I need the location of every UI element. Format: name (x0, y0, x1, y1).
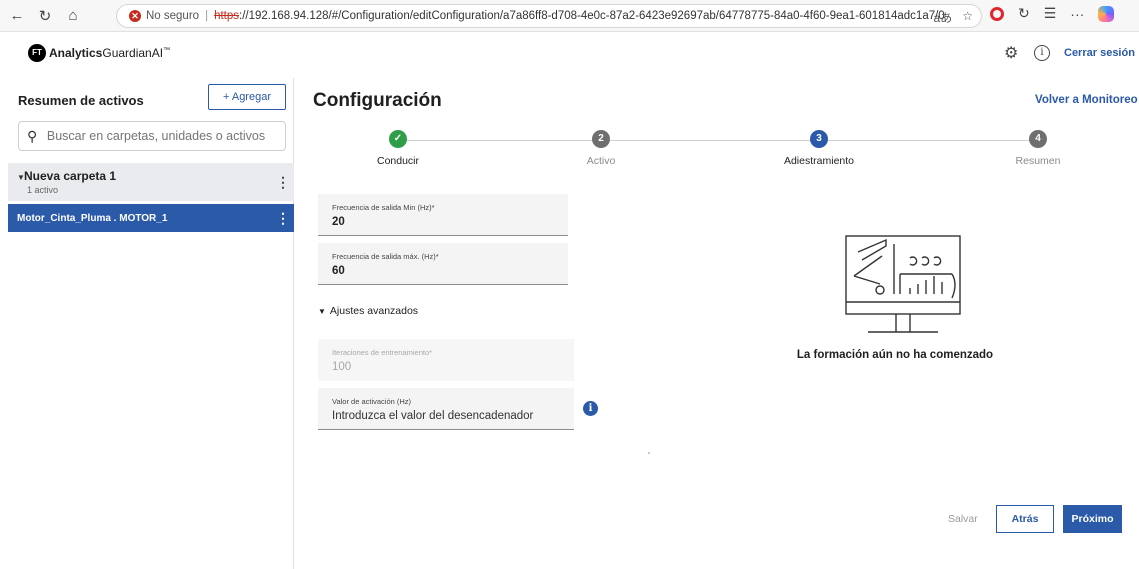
caret-down-icon: ▼ (318, 307, 326, 316)
info-icon[interactable]: i (1034, 45, 1050, 61)
url-text: ://192.168.94.128/#/Configuration/editCo… (239, 10, 945, 22)
home-icon[interactable]: ⌂ (62, 5, 84, 27)
min-frequency-field[interactable]: Frecuencia de salida Min (Hz)* 20 (318, 194, 568, 236)
step-label: Conducir (376, 155, 420, 167)
settings-gear-icon[interactable]: ⚙ (1004, 43, 1018, 63)
more-menu-icon[interactable]: ··· (1070, 6, 1084, 22)
opera-extension-icon[interactable] (990, 6, 1004, 21)
field-label: Iteraciones de entrenamiento* (332, 348, 433, 357)
training-status-text: La formación aún no ha comenzado (796, 349, 994, 361)
field-label: Frecuencia de salida Min (Hz)* (332, 203, 435, 212)
folder-asset-count: 1 activo (27, 185, 59, 195)
asset-name: Motor_Cinta_Pluma . MOTOR_1 (17, 213, 168, 224)
max-frequency-field[interactable]: Frecuencia de salida máx. (Hz)* 60 (318, 243, 568, 285)
logo-bold-text: Analytics (49, 46, 103, 60)
logout-link[interactable]: Cerrar sesión (1064, 47, 1135, 59)
field-value: 100 (332, 361, 352, 373)
extension-refresh-icon[interactable]: ↻ (1018, 5, 1030, 22)
step-complete-check-icon: ✓ (389, 130, 407, 148)
step-number: 4 (1029, 130, 1047, 148)
trigger-input-placeholder[interactable]: Introduzca el valor del desencadenador (332, 410, 533, 422)
not-secure-label[interactable]: No seguro (146, 10, 199, 22)
step-label: Activo (586, 155, 616, 167)
search-icon: ⚲ (27, 127, 38, 144)
training-iterations-field: Iteraciones de entrenamiento* 100 (318, 339, 574, 381)
folder-name: Nueva carpeta 1 (24, 169, 117, 183)
field-label: Frecuencia de salida máx. (Hz)* (332, 252, 439, 261)
loading-dot (648, 452, 650, 454)
back-button[interactable]: Atrás (996, 505, 1054, 533)
app-logo: AnalyticsGuardianAI™ (49, 46, 170, 60)
folder-item[interactable]: ▼ Nueva carpeta 1 1 activo ⋮ (8, 163, 294, 201)
asset-item-selected[interactable]: Motor_Cinta_Pluma . MOTOR_1 ⋮ (8, 204, 294, 232)
browser-toolbar: ← ↻ ⌂ ✕ No seguro | https://192.168.94.1… (0, 0, 1139, 32)
collections-icon[interactable]: ☰ (1044, 5, 1057, 22)
step-activo[interactable]: 2 Activo (531, 130, 671, 167)
save-button[interactable]: Salvar (948, 513, 978, 525)
training-monitor-illustration (840, 232, 970, 349)
monitor-robot-arm-icon (845, 235, 961, 333)
asset-sidebar: Resumen de activos + Agregar ⚲ ▼ Nueva c… (8, 78, 294, 569)
not-secure-icon[interactable]: ✕ (129, 10, 141, 22)
logo-trademark: ™ (163, 47, 171, 54)
copilot-icon[interactable] (1098, 5, 1115, 22)
url-scheme: https (214, 10, 239, 22)
step-adiestramiento[interactable]: 3 Adiestramiento (749, 130, 889, 167)
add-button[interactable]: + Agregar (208, 84, 286, 110)
logo-suffix-text: GuardianAI (102, 46, 164, 60)
trigger-value-field[interactable]: Valor de activación (Hz) Introduzca el v… (318, 388, 574, 430)
page-title: Configuración (313, 90, 442, 111)
stepper-track (398, 140, 1038, 141)
sidebar-title: Resumen de activos (18, 93, 144, 108)
reload-icon[interactable]: ↻ (34, 5, 56, 27)
advanced-settings-toggle[interactable]: ▼ Ajustes avanzados (318, 305, 418, 317)
asset-search[interactable]: ⚲ (18, 121, 286, 151)
step-resumen[interactable]: 4 Resumen (968, 130, 1108, 167)
back-arrow-icon[interactable]: ← (6, 5, 28, 27)
address-separator: | (205, 10, 209, 22)
field-value[interactable]: 60 (332, 265, 345, 277)
logo-badge: FT (28, 44, 46, 62)
favorite-star-icon[interactable]: ☆ (962, 9, 973, 26)
step-conducir[interactable]: ✓ Conducir (328, 130, 468, 167)
next-button[interactable]: Próximo (1063, 505, 1122, 533)
back-to-monitoring-link[interactable]: Volver a Monitoreo (1035, 94, 1138, 106)
search-input[interactable] (46, 129, 285, 143)
address-bar[interactable]: ✕ No seguro | https://192.168.94.128/#/C… (116, 4, 982, 28)
step-label: Adiestramiento (783, 155, 855, 167)
app-header: FT AnalyticsGuardianAI™ ⚙ i Cerrar sesió… (0, 33, 1139, 77)
info-icon[interactable]: i (583, 401, 598, 416)
field-value[interactable]: 20 (332, 216, 345, 228)
folder-menu-icon[interactable]: ⋮ (276, 174, 290, 191)
advanced-settings-label: Ajustes avanzados (329, 305, 419, 317)
read-aloud-icon[interactable]: aあ (934, 9, 953, 26)
step-number: 2 (592, 130, 610, 148)
step-label: Resumen (1015, 155, 1061, 167)
field-label: Valor de activación (Hz) (332, 397, 412, 406)
asset-menu-icon[interactable]: ⋮ (276, 210, 290, 227)
step-number: 3 (810, 130, 828, 148)
